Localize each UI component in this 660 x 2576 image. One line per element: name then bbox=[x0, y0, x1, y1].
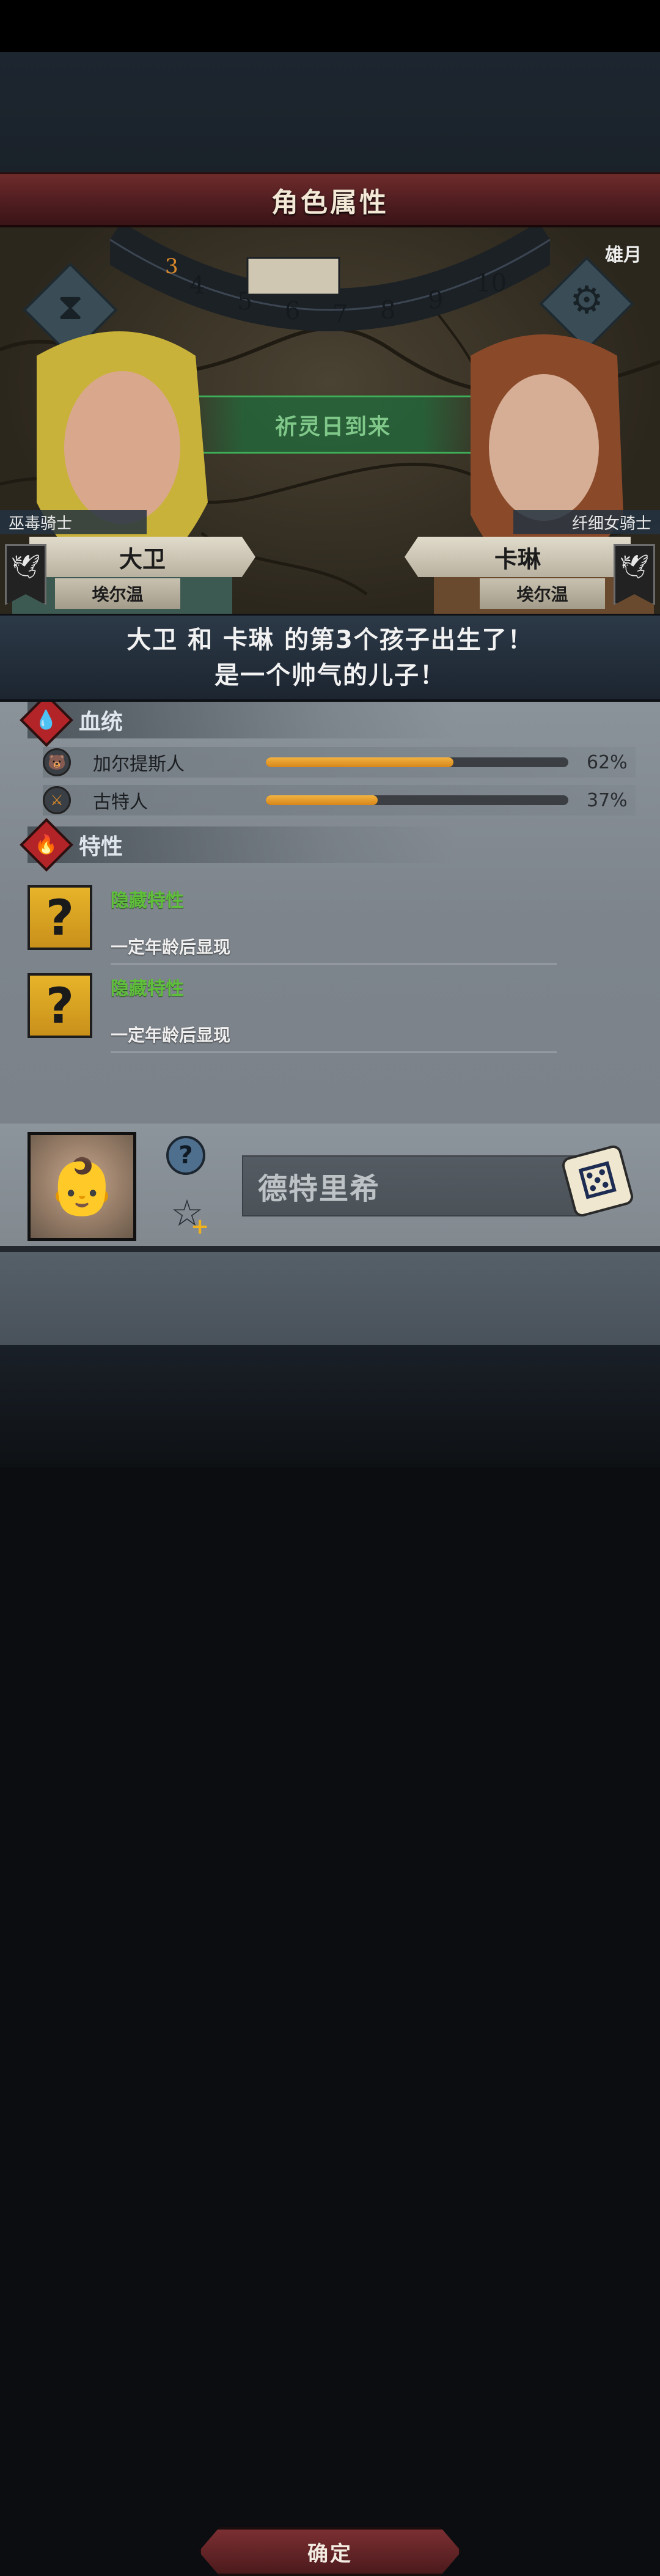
trait-description: 一定年龄后显现 bbox=[111, 1025, 231, 1045]
flame-icon: 🔥 bbox=[20, 818, 73, 872]
castle-emblem bbox=[246, 257, 340, 296]
dove-icon: 🕊 bbox=[619, 553, 650, 580]
background-lower bbox=[0, 1345, 660, 1467]
calendar-number: 4 bbox=[189, 271, 205, 300]
trait-item[interactable]: ? 隐藏特性 一定年龄后显现 bbox=[28, 885, 639, 974]
child-name-value: 德特里希 bbox=[258, 1172, 381, 1206]
calendar-number: 6 bbox=[285, 297, 300, 325]
child-name-input[interactable]: 德特里希 bbox=[242, 1155, 584, 1216]
baby-icon: 👶 bbox=[47, 1154, 117, 1219]
page-title: 角色属性 bbox=[271, 186, 389, 218]
bear-icon: 🐻 bbox=[43, 748, 71, 776]
calendar-number: 8 bbox=[380, 296, 395, 325]
calendar-number: 3 bbox=[165, 254, 178, 279]
trait-item[interactable]: ? 隐藏特性 一定年龄后显现 bbox=[28, 973, 639, 1062]
mother-name[interactable]: 卡琳 bbox=[405, 537, 631, 577]
confirm-button[interactable]: 确定 bbox=[199, 2527, 461, 2576]
birth-scene: 3 4 5 6 7 8 9 10 ⧗ ⚙ 雄月 祈灵日到来 巫毒骑士 纤细女骑士 大卫 卡琳… bbox=[0, 227, 660, 614]
bloodline-header: 💧 血统 bbox=[20, 702, 455, 747]
calendar-number: 7 bbox=[332, 300, 348, 328]
divider bbox=[0, 1246, 660, 1252]
traits-label: 特性 bbox=[79, 834, 123, 859]
title-bar: 角色属性 bbox=[0, 172, 660, 227]
bloodline-label: 血统 bbox=[79, 710, 123, 735]
father-title: 巫毒骑士 bbox=[0, 510, 147, 534]
blood-drop-icon: 💧 bbox=[20, 702, 73, 747]
background-upper bbox=[0, 52, 660, 174]
plus-icon[interactable]: + bbox=[191, 1214, 209, 1239]
father-name[interactable]: 大卫 bbox=[29, 537, 255, 577]
confirm-label: 确定 bbox=[307, 2541, 353, 2566]
dice-icon: ⚄ bbox=[573, 1152, 622, 1210]
trait-description: 一定年龄后显现 bbox=[111, 937, 231, 957]
bloodline-percent: 37% bbox=[587, 789, 628, 811]
mother-house: 埃尔温 bbox=[480, 578, 605, 609]
bloodline-row: 🐻 加尔提斯人 62% bbox=[43, 747, 636, 778]
divider bbox=[111, 963, 557, 965]
bloodline-bar bbox=[266, 757, 568, 767]
calendar-number: 10 bbox=[475, 270, 507, 298]
status-bar-area bbox=[0, 0, 660, 52]
traits-header: 🔥 特性 bbox=[20, 818, 455, 872]
bloodline-percent: 62% bbox=[587, 751, 628, 773]
bloodline-name: 加尔提斯人 bbox=[93, 754, 185, 775]
baby-portrait: 👶 bbox=[28, 1132, 136, 1241]
bloodline-bar-fill bbox=[266, 795, 378, 805]
mother-title: 纤细女骑士 bbox=[513, 510, 660, 534]
month-label: 雄月 bbox=[605, 245, 642, 266]
bloodline-bar-fill bbox=[266, 757, 453, 767]
divider bbox=[111, 1051, 557, 1053]
announcement-line-2: 是一个帅气的儿子！ bbox=[215, 661, 446, 690]
event-text: 祈灵日到来 bbox=[274, 414, 391, 440]
bloodline-row: ⚔ 古特人 37% bbox=[43, 785, 636, 815]
announcement-line-1: 大卫 和 卡琳 的第3个孩子出生了！ bbox=[127, 625, 534, 654]
crossed-axes-icon: ⚔ bbox=[43, 786, 71, 814]
dove-icon: 🕊 bbox=[10, 553, 41, 580]
calendar-number: 9 bbox=[428, 286, 443, 314]
trait-title: 隐藏特性 bbox=[111, 978, 184, 999]
hidden-trait-icon[interactable]: ? bbox=[28, 973, 92, 1038]
bloodline-bar bbox=[266, 795, 568, 805]
trait-title: 隐藏特性 bbox=[111, 890, 184, 911]
father-house: 埃尔温 bbox=[55, 578, 180, 609]
bloodline-name: 古特人 bbox=[93, 792, 148, 813]
help-button[interactable]: ? bbox=[166, 1136, 205, 1175]
hidden-trait-icon[interactable]: ? bbox=[28, 885, 92, 950]
birth-announcement: 大卫 和 卡琳 的第3个孩子出生了！ 是一个帅气的儿子！ bbox=[0, 614, 660, 702]
footer: 确定 bbox=[0, 1252, 660, 2576]
